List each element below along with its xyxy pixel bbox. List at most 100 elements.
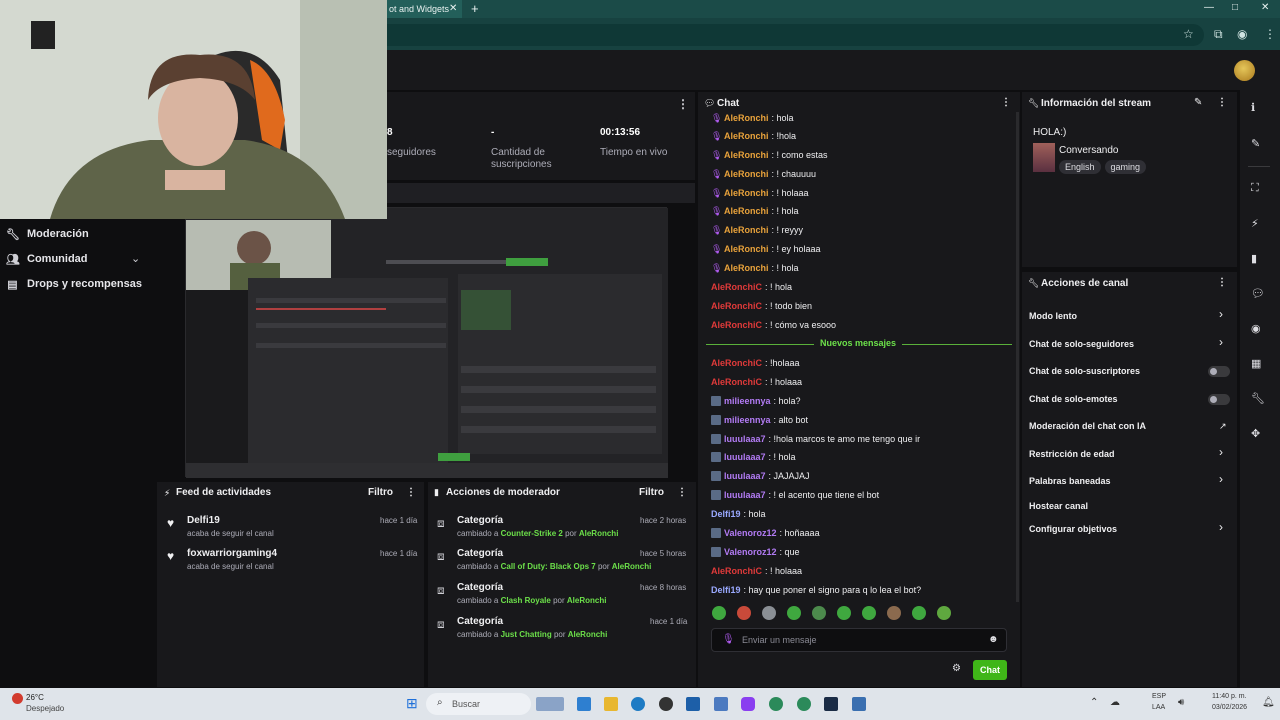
settings-gear-icon[interactable]: ⚙︎ — [952, 663, 961, 674]
emote-icon[interactable] — [737, 606, 751, 620]
chat-message[interactable]: luuulaaa7: ! hola — [711, 452, 796, 462]
action-moderacion-ia[interactable]: Moderación del chat con IA — [1029, 421, 1146, 431]
modacts-filter-button[interactable]: Filtro — [639, 487, 664, 498]
send-chat-button[interactable]: Chat — [973, 660, 1007, 680]
emote-icon[interactable] — [837, 606, 851, 620]
app-icon[interactable] — [852, 697, 866, 711]
chat-username[interactable]: AleRonchi — [724, 169, 769, 179]
action-solo-emotes[interactable]: Chat de solo-emotes — [1029, 394, 1118, 404]
chat-username[interactable]: AleRonchiC — [711, 358, 762, 368]
emote-icon[interactable] — [712, 606, 726, 620]
app-icon[interactable] — [659, 697, 673, 711]
profile-icon[interactable]: ◉ — [1237, 27, 1247, 41]
url-input[interactable] — [387, 24, 1204, 46]
browser-icon[interactable] — [769, 697, 783, 711]
bookmark-star-icon[interactable]: ☆ — [1183, 27, 1194, 41]
sidebar-item-drops[interactable]: ▤ Drops y recompensas — [6, 274, 142, 294]
chat-username[interactable]: Valenoroz12 — [724, 547, 777, 557]
maximize-button[interactable]: □ — [1232, 0, 1238, 16]
action-configurar-objetivos[interactable]: Configurar objetivos — [1029, 524, 1117, 534]
chat-message[interactable]: AleRonchiC: ! cómo va esooo — [711, 320, 836, 330]
chat-message[interactable]: 🎙︎ AleRonchi: hola — [711, 113, 794, 123]
channel-actions-menu-icon[interactable]: ⋮ — [1217, 277, 1227, 288]
chevron-right-icon[interactable]: › — [1219, 335, 1223, 349]
chat-username[interactable]: AleRonchi — [724, 113, 769, 123]
app-icon[interactable] — [686, 697, 700, 711]
feed-item-name[interactable]: foxwarriorgaming4 — [187, 548, 277, 559]
chevron-right-icon[interactable]: › — [1219, 472, 1223, 486]
stream-category[interactable]: Conversando — [1059, 145, 1118, 156]
action-solo-suscriptores[interactable]: Chat de solo-suscriptores — [1029, 366, 1140, 376]
tag-english[interactable]: English — [1059, 160, 1101, 174]
emote-icon[interactable] — [937, 606, 951, 620]
chat-message[interactable]: AleRonchiC: ! todo bien — [711, 301, 812, 311]
emote-icon[interactable] — [812, 606, 826, 620]
chat-username[interactable]: AleRonchiC — [711, 566, 762, 576]
sidebar-item-comunidad[interactable]: 👥︎ Comunidad — [6, 249, 88, 269]
broadcast-icon[interactable]: ◉ — [1251, 322, 1261, 335]
chat-username[interactable]: Delfi19 — [711, 585, 741, 595]
chat-message[interactable]: luuulaaa7: !hola marcos te amo me tengo … — [711, 434, 920, 444]
file-explorer-icon[interactable] — [604, 697, 618, 711]
chat-username[interactable]: AleRonchiC — [711, 377, 762, 387]
chat-input-placeholder[interactable]: Enviar un mensaje — [742, 635, 817, 645]
emote-icon[interactable] — [787, 606, 801, 620]
feed-item-name[interactable]: Delfi19 — [187, 515, 220, 526]
chat-username[interactable]: luuulaaa7 — [724, 434, 766, 444]
chat-username[interactable]: milieennya — [724, 415, 771, 425]
toggle-solo-suscriptores[interactable] — [1208, 366, 1230, 377]
taskbar-search-label[interactable]: Buscar — [452, 699, 480, 709]
stream-info-menu-icon[interactable]: ⋮ — [1217, 97, 1227, 108]
emote-icon[interactable] — [912, 606, 926, 620]
chat-message[interactable]: 🎙︎ AleRonchi: ! ey holaaa — [711, 244, 821, 254]
stream-preview-video[interactable] — [185, 207, 668, 478]
chat-scrollbar[interactable] — [1016, 112, 1019, 602]
category-box-art[interactable] — [1033, 143, 1055, 172]
chat-username[interactable]: AleRonchi — [724, 225, 769, 235]
action-modo-lento[interactable]: Modo lento — [1029, 311, 1077, 321]
speaker-icon[interactable]: 🔊︎ — [1178, 697, 1184, 708]
chevron-right-icon[interactable]: › — [1219, 520, 1223, 534]
chat-message[interactable]: 🎙︎ AleRonchi: ! chauuuu — [711, 169, 816, 179]
chat-username[interactable]: luuulaaa7 — [724, 490, 766, 500]
chat-message[interactable]: Valenoroz12: hoñaaaa — [711, 528, 820, 538]
browser-icon[interactable] — [797, 697, 811, 711]
action-hostear-canal[interactable]: Hostear canal — [1029, 501, 1088, 511]
info-icon[interactable]: ℹ — [1251, 101, 1255, 114]
user-avatar[interactable] — [1234, 60, 1255, 81]
action-palabras-baneadas[interactable]: Palabras baneadas — [1029, 476, 1111, 486]
kebab-menu-icon[interactable]: ⋮ — [677, 97, 689, 111]
chat-username[interactable]: AleRonchi — [724, 188, 769, 198]
network-icon[interactable]: ☁︎ — [1110, 697, 1120, 708]
chat-bubble-icon[interactable]: 💬︎ — [1251, 287, 1265, 300]
chat-username[interactable]: AleRonchi — [724, 206, 769, 216]
chat-message[interactable]: milieennya: hola? — [711, 396, 801, 406]
sidebar-item-moderacion[interactable]: 🔧︎ Moderación — [6, 224, 89, 244]
extensions-icon[interactable]: ✥ — [1251, 427, 1260, 440]
twitch-studio-icon[interactable] — [741, 697, 755, 711]
chat-message[interactable]: 🎙︎ AleRonchi: ! holaaa — [711, 188, 809, 198]
emote-icon[interactable] — [862, 606, 876, 620]
chevron-down-icon[interactable]: ⌄ — [131, 252, 140, 265]
chat-username[interactable]: luuulaaa7 — [724, 471, 766, 481]
language-line1[interactable]: ESP — [1152, 693, 1166, 700]
browser-menu-icon[interactable]: ⋮ — [1264, 27, 1276, 41]
chat-username[interactable]: AleRonchiC — [711, 320, 762, 330]
document-icon[interactable]: ▮ — [1251, 252, 1257, 265]
chat-username[interactable]: luuulaaa7 — [724, 452, 766, 462]
chart-icon[interactable]: ↗ — [1219, 421, 1227, 432]
chat-message[interactable]: AleRonchiC: !holaaa — [711, 358, 800, 368]
action-restriccion-edad[interactable]: Restricción de edad — [1029, 449, 1115, 459]
new-tab-button[interactable]: + — [471, 0, 479, 18]
chat-message[interactable]: 🎙︎ AleRonchi: ! como estas — [711, 150, 828, 160]
chat-username[interactable]: AleRonchiC — [711, 282, 762, 292]
chat-message[interactable]: 🎙︎ AleRonchi: ! reyyy — [711, 225, 803, 235]
chat-username[interactable]: milieennya — [724, 396, 771, 406]
chat-message[interactable]: Delfi19: hay que poner el signo para q l… — [711, 585, 921, 595]
edge-icon[interactable] — [631, 697, 645, 711]
chat-message[interactable]: 🎙︎ AleRonchi: ! hola — [711, 263, 799, 273]
windows-start-icon[interactable]: ⊞ — [406, 695, 418, 712]
chat-message[interactable]: Delfi19: hola — [711, 509, 766, 519]
weather-icon[interactable] — [12, 693, 23, 704]
tab-close-icon[interactable]: ✕ — [449, 0, 457, 18]
